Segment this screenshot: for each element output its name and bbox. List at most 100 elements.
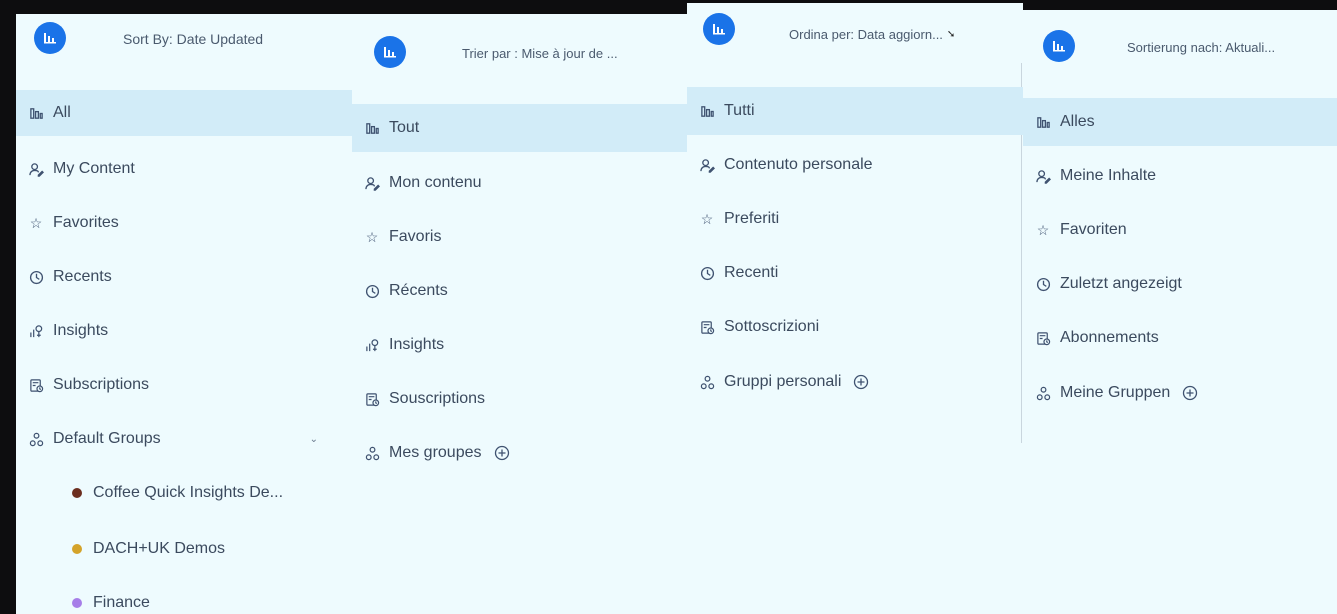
sidebar-header: Trier par : Mise à jour de ... xyxy=(352,14,687,68)
sort-dropdown[interactable]: Sort By: Date Updated xyxy=(113,24,338,54)
nav-item-insights[interactable]: Insights xyxy=(352,322,687,368)
nav-item-recents[interactable]: Recenti xyxy=(687,250,1023,296)
groups-icon xyxy=(699,374,715,390)
plus-circle-icon[interactable] xyxy=(494,445,510,461)
nav-item-label: Recents xyxy=(53,268,112,285)
bar-chart-logo-icon[interactable] xyxy=(34,22,66,54)
nav-item-label: Insights xyxy=(53,322,109,339)
sort-dropdown[interactable]: Trier par : Mise à jour de ... xyxy=(452,38,684,68)
nav-item-label: Sottoscrizioni xyxy=(724,318,820,335)
bar-chart-logo-icon[interactable] xyxy=(374,36,406,68)
nav-item-my-groups[interactable]: Mes groupes xyxy=(352,430,687,476)
group-item-label: Coffee Quick Insights De... xyxy=(93,484,284,501)
subscription-icon xyxy=(28,377,44,393)
nav-item-label: My Content xyxy=(53,160,135,177)
nav-item-label: Mon contenu xyxy=(389,174,482,191)
insights-icon xyxy=(28,323,44,339)
group-item-label: DACH+UK Demos xyxy=(93,540,226,557)
nav-item-recents[interactable]: Récents xyxy=(352,268,687,314)
nav-item-subscriptions[interactable]: Abonnements xyxy=(1023,315,1337,361)
plus-circle-icon[interactable] xyxy=(853,374,869,390)
bar-chart-logo-icon[interactable] xyxy=(1043,30,1075,62)
bar-chart-logo-icon[interactable] xyxy=(703,13,735,45)
sort-dropdown[interactable]: Sortierung nach: Aktuali... xyxy=(1117,32,1337,62)
nav-item-label: Default Groups xyxy=(53,430,161,447)
nav-item-recents[interactable]: Recents xyxy=(16,254,352,300)
nav-item-label: Mes groupes xyxy=(389,444,482,461)
nav-item-label: Abonnements xyxy=(1060,329,1159,346)
nav-item-label: Favoris xyxy=(389,228,442,245)
nav-item-label: Gruppi personali xyxy=(724,373,842,390)
bar-chart-icon xyxy=(1035,114,1051,130)
clock-icon xyxy=(28,269,44,285)
star-icon: ☆ xyxy=(365,228,379,245)
group-color-dot xyxy=(72,598,82,608)
nav-item-my-groups[interactable]: Gruppi personali xyxy=(687,359,1023,405)
group-item-finance[interactable]: Finance xyxy=(16,580,352,614)
star-icon: ☆ xyxy=(29,214,43,231)
nav-item-all[interactable]: All xyxy=(16,90,352,136)
bar-chart-icon xyxy=(699,103,715,119)
nav-item-label: Subscriptions xyxy=(53,376,150,393)
star-icon: ☆ xyxy=(700,210,714,227)
sidebar-panel-it: Ordina per: Data aggiorn... ➘ Tutti Cont… xyxy=(687,3,1023,614)
star-icon: ☆ xyxy=(1036,221,1050,238)
groups-icon xyxy=(28,431,44,447)
nav-item-my-content[interactable]: Mon contenu xyxy=(352,160,687,206)
nav-item-label: Récents xyxy=(389,282,448,299)
group-color-dot xyxy=(72,544,82,554)
sidebar-panel-en: Sort By: Date Updated All My Content ☆ F… xyxy=(16,14,352,614)
subscription-icon xyxy=(699,319,715,335)
sidebar-header: Sortierung nach: Aktuali... xyxy=(1023,10,1337,62)
sidebar-panel-fr: Trier par : Mise à jour de ... Tout Mon … xyxy=(352,14,687,614)
nav-item-label: Meine Gruppen xyxy=(1060,384,1171,401)
nav-item-favorites[interactable]: ☆ Favorites xyxy=(16,200,352,246)
nav-item-label: Souscriptions xyxy=(389,390,486,407)
sort-label: Trier par : Mise à jour de ... xyxy=(462,45,618,61)
nav-item-label: Contenuto personale xyxy=(724,156,873,173)
clock-icon xyxy=(364,283,380,299)
nav-item-label: Favorites xyxy=(53,214,119,231)
clock-icon xyxy=(699,265,715,281)
nav-item-favorites[interactable]: ☆ Preferiti xyxy=(687,196,1023,242)
nav-item-subscriptions[interactable]: Subscriptions xyxy=(16,362,352,408)
nav-item-subscriptions[interactable]: Souscriptions xyxy=(352,376,687,422)
sidebar-header: Ordina per: Data aggiorn... ➘ xyxy=(687,3,1023,55)
user-edit-icon xyxy=(699,157,715,173)
bar-chart-icon xyxy=(364,120,380,136)
nav-item-all[interactable]: Tutti xyxy=(687,87,1023,135)
nav-item-insights[interactable]: Insights xyxy=(16,308,352,354)
nav-item-subscriptions[interactable]: Sottoscrizioni xyxy=(687,304,1023,350)
plus-circle-icon[interactable] xyxy=(1182,385,1198,401)
nav-item-label: Zuletzt angezeigt xyxy=(1060,275,1182,292)
nav-item-label: Recenti xyxy=(724,264,779,281)
nav-item-my-groups[interactable]: Meine Gruppen xyxy=(1023,370,1337,416)
group-item-dach[interactable]: DACH+UK Demos xyxy=(16,526,352,572)
subscription-icon xyxy=(1035,330,1051,346)
user-edit-icon xyxy=(1035,168,1051,184)
nav-item-favorites[interactable]: ☆ Favoriten xyxy=(1023,207,1337,253)
clock-icon xyxy=(1035,276,1051,292)
group-item-coffee[interactable]: Coffee Quick Insights De... xyxy=(16,470,352,516)
nav-item-label: Alles xyxy=(1060,113,1095,130)
nav-item-all[interactable]: Alles xyxy=(1023,98,1337,146)
nav-item-my-content[interactable]: My Content xyxy=(16,146,352,192)
nav-item-label: Meine Inhalte xyxy=(1060,167,1157,184)
nav-item-my-content[interactable]: Contenuto personale xyxy=(687,142,1023,188)
chevron-down-icon[interactable]: ⌄ xyxy=(310,434,318,445)
sort-label: Sortierung nach: Aktuali... xyxy=(1127,39,1276,55)
sort-dropdown[interactable]: Ordina per: Data aggiorn... ➘ xyxy=(779,19,1019,49)
group-item-label: Finance xyxy=(93,594,150,611)
nav-item-label: Tout xyxy=(389,119,420,136)
nav-item-favorites[interactable]: ☆ Favoris xyxy=(352,214,687,260)
nav-item-default-groups[interactable]: Default Groups ⌄ xyxy=(16,416,352,462)
groups-icon xyxy=(1035,385,1051,401)
nav-item-my-content[interactable]: Meine Inhalte xyxy=(1023,153,1337,199)
nav-item-recents[interactable]: Zuletzt angezeigt xyxy=(1023,261,1337,307)
sidebar-header: Sort By: Date Updated xyxy=(16,14,352,66)
nav-item-all[interactable]: Tout xyxy=(352,104,687,152)
sort-label: Sort By: Date Updated xyxy=(123,31,264,47)
sidebar-panel-de: Sortierung nach: Aktuali... Alles Meine … xyxy=(1023,10,1337,614)
user-edit-icon xyxy=(364,175,380,191)
nav-item-label: Tutti xyxy=(724,102,755,119)
